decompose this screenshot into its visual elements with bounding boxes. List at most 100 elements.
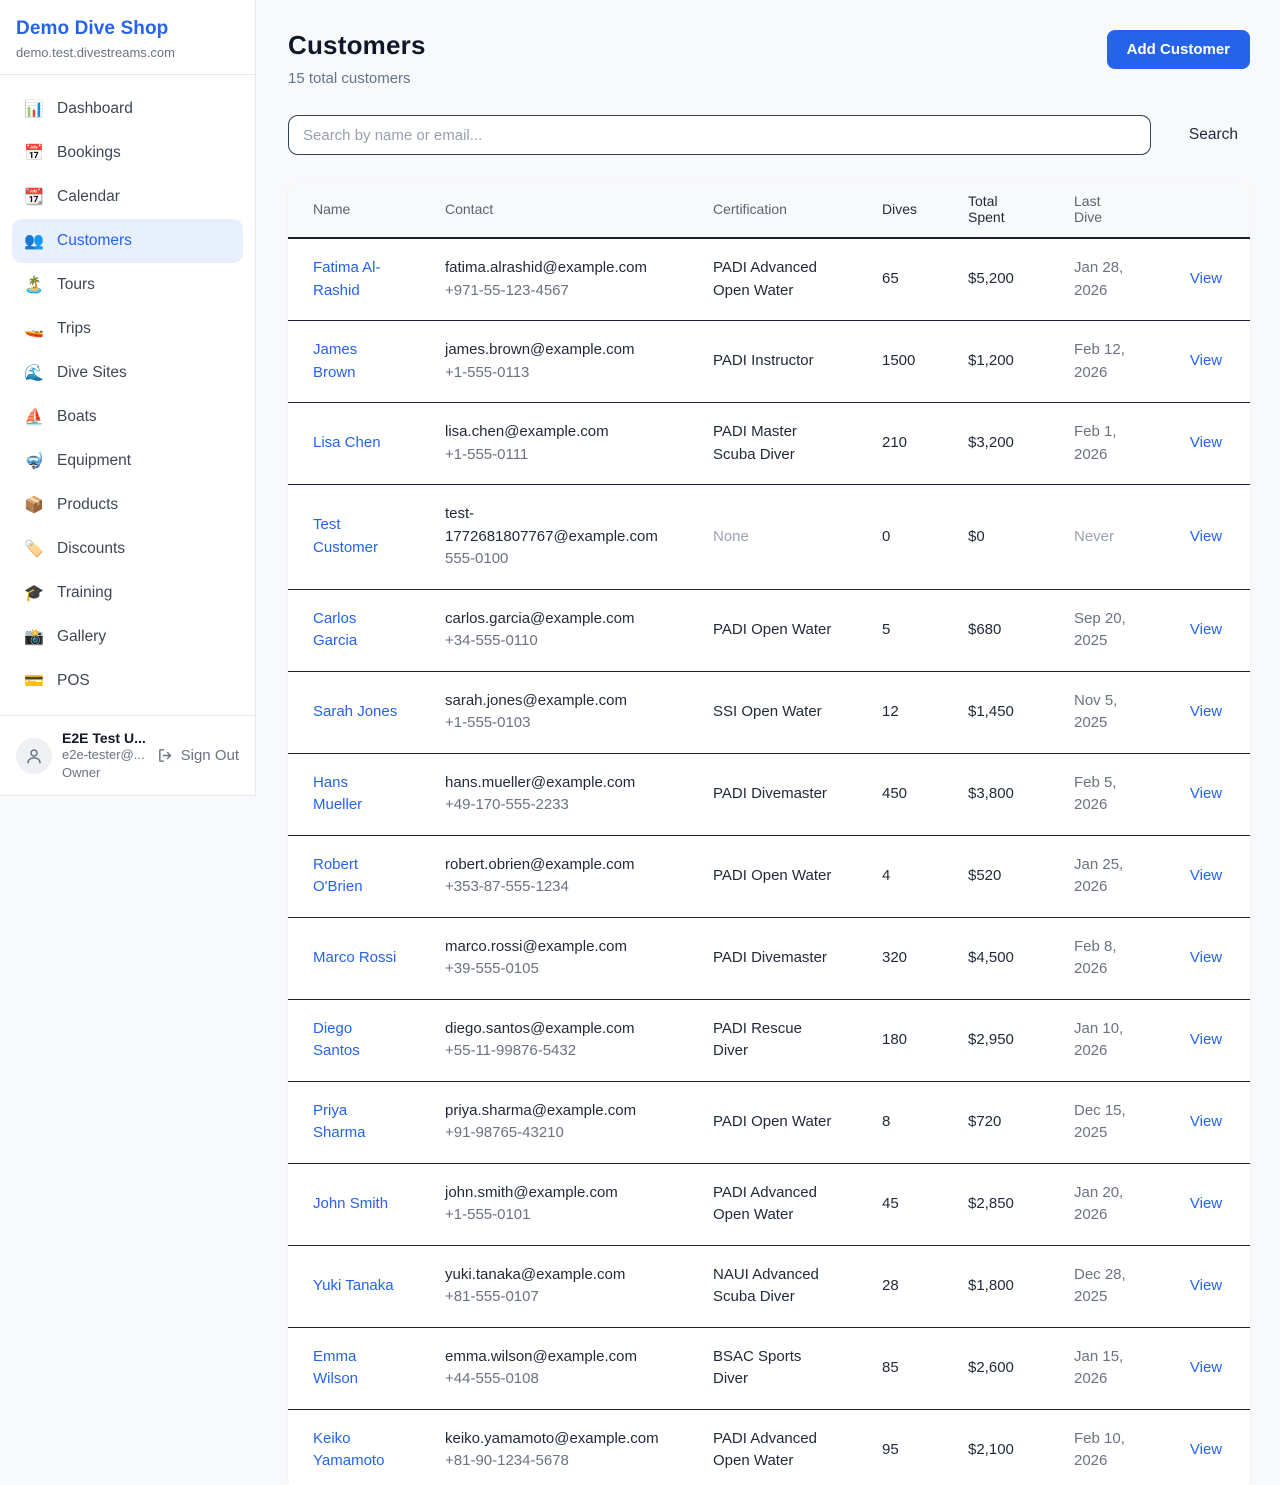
customer-phone: +44-555-0108 xyxy=(445,1368,689,1391)
shop-name: Demo Dive Shop xyxy=(16,18,239,40)
sign-out-button[interactable]: Sign Out xyxy=(157,747,239,764)
sidebar-item-label: Bookings xyxy=(57,144,121,162)
customer-last-dive: Feb 1, 2026 xyxy=(1074,421,1134,466)
customer-last-dive: Dec 15, 2025 xyxy=(1074,1100,1134,1145)
customer-certification: PADI Advanced Open Water xyxy=(713,257,835,302)
view-customer-link[interactable]: View xyxy=(1190,1113,1222,1130)
sidebar-item-tours[interactable]: 🏝️ Tours xyxy=(12,263,243,307)
customer-name-link[interactable]: Emma Wilson xyxy=(313,1370,401,1387)
sidebar-item-dashboard[interactable]: 📊 Dashboard xyxy=(12,87,243,131)
customer-phone: +1-555-0101 xyxy=(445,1204,689,1227)
user-meta: E2E Test U... e2e-tester@... Owner xyxy=(62,730,147,781)
customer-last-dive: Jan 20, 2026 xyxy=(1074,1182,1134,1227)
customer-dives: 320 xyxy=(870,917,956,999)
customer-email: james.brown@example.com xyxy=(445,339,689,362)
sidebar-item-pos[interactable]: 💳 POS xyxy=(12,659,243,703)
page-title: Customers xyxy=(288,30,426,61)
customer-certification: NAUI Advanced Scuba Diver xyxy=(713,1264,835,1309)
sidebar-item-icon: 📸 xyxy=(24,627,44,647)
customer-phone: +91-98765-43210 xyxy=(445,1122,689,1145)
customer-name-link[interactable]: Test Customer xyxy=(313,539,401,556)
sidebar-item-trips[interactable]: 🚤 Trips xyxy=(12,307,243,351)
customer-certification: PADI Open Water xyxy=(713,865,831,888)
customer-total-spent: $3,200 xyxy=(956,403,1062,485)
customer-count: 15 total customers xyxy=(288,70,426,87)
customer-email: diego.santos@example.com xyxy=(445,1018,689,1041)
customer-name-link[interactable]: John Smith xyxy=(313,1195,388,1212)
sidebar-item-discounts[interactable]: 🏷️ Discounts xyxy=(12,527,243,571)
customer-phone: +1-555-0103 xyxy=(445,712,689,735)
customer-email: robert.obrien@example.com xyxy=(445,854,689,877)
view-customer-link[interactable]: View xyxy=(1190,270,1222,287)
customer-certification: BSAC Sports Diver xyxy=(713,1346,835,1391)
sidebar-item-bookings[interactable]: 📅 Bookings xyxy=(12,131,243,175)
view-customer-link[interactable]: View xyxy=(1190,867,1222,884)
customer-row: Fatima Al-Rashid fatima.alrashid@example… xyxy=(288,238,1250,321)
customer-email: sarah.jones@example.com xyxy=(445,690,689,713)
customer-name-link[interactable]: Priya Sharma xyxy=(313,1124,401,1141)
customer-total-spent: $2,600 xyxy=(956,1327,1062,1409)
search-button[interactable]: Search xyxy=(1177,118,1250,152)
customer-name-link[interactable]: Hans Mueller xyxy=(313,796,401,813)
customer-row: Hans Mueller hans.mueller@example.com +4… xyxy=(288,753,1250,835)
col-header-certification: Certification xyxy=(701,181,870,238)
customer-email: emma.wilson@example.com xyxy=(445,1346,689,1369)
customer-phone: +55-11-99876-5432 xyxy=(445,1040,689,1063)
view-customer-link[interactable]: View xyxy=(1190,1195,1222,1212)
view-customer-link[interactable]: View xyxy=(1190,1441,1222,1458)
customer-name-link[interactable]: Sarah Jones xyxy=(313,703,397,720)
customer-dives: 8 xyxy=(870,1081,956,1163)
customer-name-link[interactable]: Marco Rossi xyxy=(313,949,396,966)
view-customer-link[interactable]: View xyxy=(1190,785,1222,802)
view-customer-link[interactable]: View xyxy=(1190,1031,1222,1048)
customer-total-spent: $0 xyxy=(956,485,1062,590)
view-customer-link[interactable]: View xyxy=(1190,703,1222,720)
customer-dives: 450 xyxy=(870,753,956,835)
customer-row: Test Customer test-1772681807767@example… xyxy=(288,485,1250,590)
customer-name-link[interactable]: Lisa Chen xyxy=(313,434,381,451)
view-customer-link[interactable]: View xyxy=(1190,528,1222,545)
customer-name-link[interactable]: Robert O'Brien xyxy=(313,878,401,895)
sidebar-item-calendar[interactable]: 📆 Calendar xyxy=(12,175,243,219)
customer-email: lisa.chen@example.com xyxy=(445,421,689,444)
view-customer-link[interactable]: View xyxy=(1190,352,1222,369)
sidebar-item-label: Dashboard xyxy=(57,100,133,118)
sign-out-label: Sign Out xyxy=(181,747,239,764)
sidebar-item-gallery[interactable]: 📸 Gallery xyxy=(12,615,243,659)
customer-certification: PADI Rescue Diver xyxy=(713,1018,835,1063)
sidebar-item-icon: 📦 xyxy=(24,495,44,515)
sidebar-item-training[interactable]: 🎓 Training xyxy=(12,571,243,615)
customer-row: Priya Sharma priya.sharma@example.com +9… xyxy=(288,1081,1250,1163)
customer-name-link[interactable]: Keiko Yamamoto xyxy=(313,1452,401,1469)
sidebar-item-equipment[interactable]: 🤿 Equipment xyxy=(12,439,243,483)
sidebar-item-boats[interactable]: ⛵ Boats xyxy=(12,395,243,439)
customer-name-link[interactable]: Yuki Tanaka xyxy=(313,1277,394,1294)
customer-last-dive: Sep 20, 2025 xyxy=(1074,608,1134,653)
view-customer-link[interactable]: View xyxy=(1190,1359,1222,1376)
customer-name-link[interactable]: Diego Santos xyxy=(313,1042,401,1059)
customer-name-link[interactable]: Fatima Al-Rashid xyxy=(313,282,401,299)
view-customer-link[interactable]: View xyxy=(1190,434,1222,451)
user-role: Owner xyxy=(62,764,147,782)
sidebar-item-products[interactable]: 📦 Products xyxy=(12,483,243,527)
add-customer-button[interactable]: Add Customer xyxy=(1107,30,1250,69)
sidebar-item-label: Training xyxy=(57,584,112,602)
view-customer-link[interactable]: View xyxy=(1190,1277,1222,1294)
view-customer-link[interactable]: View xyxy=(1190,621,1222,638)
sidebar-item-label: Equipment xyxy=(57,452,131,470)
customer-certification: PADI Advanced Open Water xyxy=(713,1428,835,1473)
sidebar-item-customers[interactable]: 👥 Customers xyxy=(12,219,243,263)
search-input[interactable] xyxy=(288,115,1151,155)
customer-dives: 4 xyxy=(870,835,956,917)
sidebar-item-dive-sites[interactable]: 🌊 Dive Sites xyxy=(12,351,243,395)
customer-email: marco.rossi@example.com xyxy=(445,936,689,959)
view-customer-link[interactable]: View xyxy=(1190,949,1222,966)
customer-dives: 85 xyxy=(870,1327,956,1409)
customer-name-link[interactable]: James Brown xyxy=(313,364,401,381)
customer-total-spent: $520 xyxy=(956,835,1062,917)
brand-block: Demo Dive Shop demo.test.divestreams.com xyxy=(0,0,255,75)
sidebar-item-icon: 👥 xyxy=(24,231,44,251)
customer-certification: SSI Open Water xyxy=(713,701,822,724)
sidebar-item-label: Products xyxy=(57,496,118,514)
customer-name-link[interactable]: Carlos Garcia xyxy=(313,632,401,649)
